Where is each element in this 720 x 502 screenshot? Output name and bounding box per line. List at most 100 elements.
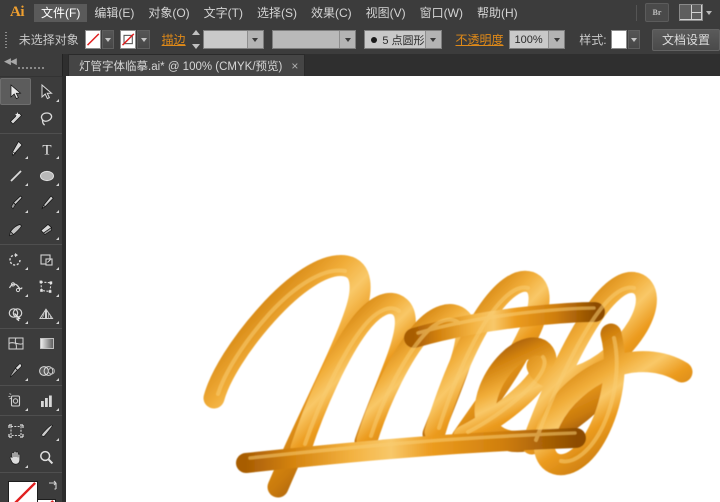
- document-setup-button[interactable]: 文档设置: [652, 29, 720, 51]
- menu-window[interactable]: 窗口(W): [413, 4, 470, 22]
- brush-definition-value: 5 点圆形: [382, 32, 424, 48]
- go-to-bridge-button[interactable]: Br: [645, 3, 669, 22]
- stroke-weight-dropdown-icon[interactable]: [247, 31, 263, 48]
- tools-panel: ◀◀: [0, 54, 63, 502]
- graphic-style-swatch[interactable]: [611, 30, 627, 49]
- stepper-down-icon: [192, 44, 200, 49]
- menu-file[interactable]: 文件(F): [34, 4, 87, 22]
- lasso-tool[interactable]: [31, 105, 62, 132]
- bridge-icon: Br: [653, 8, 662, 17]
- magic-wand-tool[interactable]: [0, 105, 31, 132]
- direct-selection-tool[interactable]: [31, 78, 62, 105]
- flyout-indicator: [56, 438, 59, 441]
- ellipse-tool[interactable]: [31, 162, 62, 189]
- chevron-down-icon: [631, 38, 637, 42]
- swap-fill-stroke-icon[interactable]: [46, 479, 59, 492]
- rotate-icon: [7, 252, 24, 268]
- artboard-tool[interactable]: [0, 417, 31, 444]
- line-segment-tool[interactable]: [0, 162, 31, 189]
- menu-type[interactable]: 文字(T): [197, 4, 250, 22]
- pen-tool[interactable]: [0, 135, 31, 162]
- perspective-grid-tool[interactable]: [31, 300, 62, 327]
- zoom-tool[interactable]: [31, 444, 62, 471]
- hand-tool[interactable]: [0, 444, 31, 471]
- flyout-indicator: [25, 294, 28, 297]
- slice-tool[interactable]: [31, 417, 62, 444]
- flyout-indicator: [56, 321, 59, 324]
- fill-none-slash-icon: [9, 482, 37, 502]
- flyout-indicator: [56, 267, 59, 270]
- document-tab[interactable]: 灯管字体临摹.ai* @ 100% (CMYK/预览) ×: [68, 54, 305, 76]
- scale-tool[interactable]: [31, 246, 62, 273]
- tools-panel-grip[interactable]: [18, 67, 44, 69]
- mesh-tool[interactable]: [0, 330, 31, 357]
- width-tool[interactable]: [0, 273, 31, 300]
- menu-object[interactable]: 对象(O): [141, 4, 196, 22]
- close-icon[interactable]: ×: [291, 60, 298, 72]
- gradient-tool[interactable]: [31, 330, 62, 357]
- gradient-icon: [38, 336, 56, 351]
- free-transform-icon: [38, 279, 55, 295]
- fill-color-dropdown[interactable]: [102, 30, 114, 49]
- symbol-sprayer-tool[interactable]: [0, 387, 31, 414]
- flyout-indicator: [25, 156, 28, 159]
- tools-panel-header: ◀◀: [0, 54, 62, 77]
- menu-help[interactable]: 帮助(H): [470, 4, 525, 22]
- paintbrush-tool[interactable]: [0, 189, 31, 216]
- flyout-indicator: [25, 183, 28, 186]
- graphic-style-dropdown[interactable]: [628, 30, 640, 49]
- menu-edit[interactable]: 编辑(E): [87, 4, 141, 22]
- rotate-tool[interactable]: [0, 246, 31, 273]
- width-profile-field[interactable]: [272, 30, 357, 49]
- stroke-color-dropdown[interactable]: [137, 30, 149, 49]
- type-tool[interactable]: T: [31, 135, 62, 162]
- width-profile-dropdown-icon[interactable]: [339, 31, 355, 48]
- fill-color-swatch[interactable]: [85, 30, 101, 49]
- line-icon: [8, 168, 24, 184]
- arrange-documents-icon: [679, 4, 703, 21]
- mesh-icon: [7, 336, 25, 351]
- menu-select[interactable]: 选择(S): [250, 4, 304, 22]
- stroke-weight-stepper[interactable]: [192, 30, 201, 49]
- opacity-label[interactable]: 不透明度: [456, 31, 504, 48]
- pencil-tool[interactable]: [31, 189, 62, 216]
- arrange-documents-button[interactable]: [679, 4, 712, 21]
- lasso-icon: [39, 111, 55, 127]
- blob-brush-tool[interactable]: [0, 216, 31, 243]
- brush-definition-field[interactable]: 5 点圆形: [364, 30, 441, 49]
- flyout-indicator: [56, 237, 59, 240]
- eyedropper-tool[interactable]: [0, 357, 31, 384]
- control-bar-grip[interactable]: [3, 32, 10, 48]
- collapse-panel-icon[interactable]: ◀◀: [4, 56, 16, 67]
- type-t-icon: T: [40, 141, 54, 157]
- chevron-down-icon: [105, 38, 111, 42]
- stroke-none-icon: [121, 31, 135, 48]
- shape-builder-icon: [7, 306, 24, 322]
- eraser-tool[interactable]: [31, 216, 62, 243]
- selection-tool[interactable]: [0, 78, 31, 105]
- blend-icon: [38, 363, 56, 379]
- flyout-indicator: [56, 378, 59, 381]
- opacity-field[interactable]: 100%: [509, 30, 566, 49]
- brush-dropdown-icon[interactable]: [425, 31, 441, 48]
- artboard-icon: [7, 423, 25, 439]
- shape-builder-tool[interactable]: [0, 300, 31, 327]
- blend-tool[interactable]: [31, 357, 62, 384]
- opacity-value: 100%: [510, 34, 549, 46]
- stroke-weight-field[interactable]: [203, 30, 264, 49]
- chevron-down-icon: [141, 38, 147, 42]
- artwork-inter-lettering[interactable]: [62, 76, 720, 502]
- stroke-color-swatch[interactable]: [120, 30, 136, 49]
- flyout-indicator: [25, 267, 28, 270]
- free-transform-tool[interactable]: [31, 273, 62, 300]
- column-graph-tool[interactable]: [31, 387, 62, 414]
- canvas-area[interactable]: [62, 76, 720, 502]
- menu-effect[interactable]: 效果(C): [304, 4, 359, 22]
- stroke-weight-label[interactable]: 描边: [162, 31, 186, 48]
- opacity-dropdown-icon[interactable]: [548, 31, 564, 48]
- selection-status-label: 未选择对象: [19, 31, 79, 48]
- magnifier-icon: [38, 449, 55, 466]
- tool-group-symbols: [0, 386, 62, 416]
- toolbar-fill-swatch[interactable]: [8, 481, 38, 502]
- menu-view[interactable]: 视图(V): [359, 4, 413, 22]
